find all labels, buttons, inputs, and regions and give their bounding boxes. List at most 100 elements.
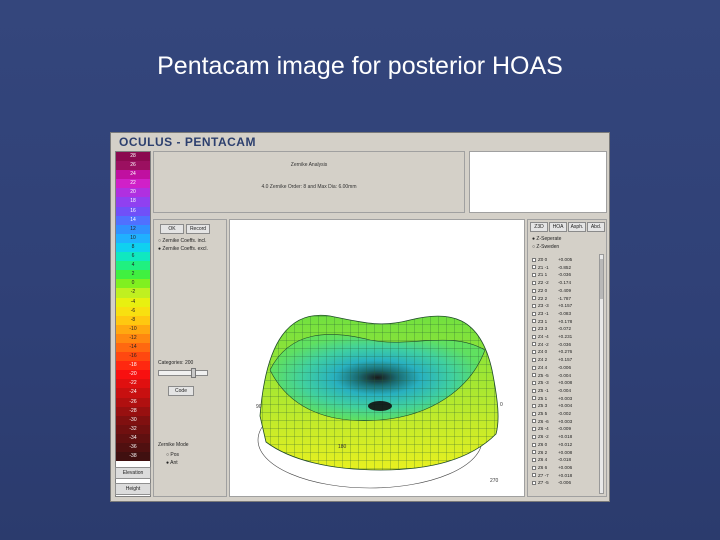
coefficient-row[interactable]: Z6 6 +0.006 (532, 464, 598, 472)
coefficient-row[interactable]: Z1 1 -0.036 (532, 271, 598, 279)
scale-swatch: -34 (116, 433, 150, 443)
code-button[interactable]: Code (168, 386, 194, 396)
coefficient-row[interactable]: Z5 -1 -0.004 (532, 387, 598, 395)
coefficient-checkbox[interactable] (532, 311, 536, 316)
tab-asph[interactable]: Asph. (568, 222, 586, 232)
coefficient-checkbox[interactable] (532, 457, 536, 462)
coefficient-checkbox[interactable] (532, 357, 536, 362)
coefficient-row[interactable]: Z5 1 +0.003 (532, 395, 598, 403)
coefficient-row[interactable]: Z3 3 -0.072 (532, 325, 598, 333)
scale-swatch: -4 (116, 297, 150, 307)
coefficient-row[interactable]: Z3 1 +0.178 (532, 318, 598, 326)
coefficient-checkbox[interactable] (532, 365, 536, 370)
coefficient-row[interactable]: Z5 3 +0.004 (532, 402, 598, 410)
coefficient-row[interactable]: Z6 2 +0.008 (532, 449, 598, 457)
mode-seperate[interactable]: ● Z-Seperate (532, 236, 561, 242)
coefficient-checkbox[interactable] (532, 450, 536, 455)
coefficient-row[interactable]: Z6 -2 +0.018 (532, 433, 598, 441)
radio-ant[interactable]: ● Ant (166, 460, 178, 466)
coefficient-value: +0.004 (558, 403, 573, 409)
radio-pos[interactable]: ○ Pos (166, 452, 179, 458)
coefficient-row[interactable]: Z5 -5 -0.004 (532, 372, 598, 380)
categories-slider[interactable] (158, 368, 208, 378)
coefficient-checkbox[interactable] (532, 303, 536, 308)
coefficient-row[interactable]: Z5 5 -0.002 (532, 410, 598, 418)
coefficient-checkbox[interactable] (532, 257, 536, 262)
tick-180: 180 (338, 444, 347, 450)
coefficient-label: Z5 -5 (538, 372, 549, 378)
coefficient-checkbox[interactable] (532, 434, 536, 439)
coefficient-row[interactable]: Z2 0 -0.409 (532, 287, 598, 295)
coefficient-label: Z6 2 (538, 449, 548, 455)
option-incl[interactable]: ○ Zernike Coeffs. incl. (158, 238, 207, 244)
coefficient-row[interactable]: Z3 -1 -0.083 (532, 310, 598, 318)
mode-sweden[interactable]: ○ Z-Sweden (532, 244, 559, 250)
coefficient-label: Z1 1 (538, 272, 548, 278)
scale-swatch: -16 (116, 352, 150, 362)
scale-swatch: 26 (116, 161, 150, 171)
3d-surface-view[interactable]: 90 0 180 270 (229, 219, 525, 497)
coefficient-label: Z3 -3 (538, 303, 549, 309)
scale-swatch: -26 (116, 397, 150, 407)
coefficient-checkbox[interactable] (532, 334, 536, 339)
scale-swatch: -28 (116, 406, 150, 416)
coefficient-checkbox[interactable] (532, 404, 536, 409)
slider-knob[interactable] (191, 368, 196, 378)
ok-tab[interactable]: OK (160, 224, 184, 234)
coefficient-row[interactable]: Z5 -3 +0.008 (532, 379, 598, 387)
coefficient-row[interactable]: Z6 4 -0.018 (532, 456, 598, 464)
coefficient-checkbox[interactable] (532, 442, 536, 447)
coefficient-row[interactable]: Z1 -1 -0.852 (532, 264, 598, 272)
tab-z3d[interactable]: Z3D (530, 222, 548, 232)
coefficient-row[interactable]: Z2 2 -1.787 (532, 295, 598, 303)
coefficient-row[interactable]: Z0 0 +0.005 (532, 256, 598, 264)
tab-abd[interactable]: Abd. (587, 222, 605, 232)
coefficient-row[interactable]: Z4 -4 +0.231 (532, 333, 598, 341)
coefficient-value: -0.004 (558, 372, 572, 378)
scale-swatch: -8 (116, 315, 150, 325)
coefficient-checkbox[interactable] (532, 342, 536, 347)
coefficient-value: +0.003 (558, 395, 573, 401)
coefficient-checkbox[interactable] (532, 296, 536, 301)
coefficient-scrollbar[interactable] (599, 254, 604, 494)
coefficient-value: -0.004 (558, 387, 572, 393)
option-excl[interactable]: ● Zernike Coeffs. excl. (158, 246, 208, 252)
scrollbar-thumb[interactable] (600, 259, 603, 299)
coefficient-row[interactable]: Z6 -4 -0.009 (532, 425, 598, 433)
coefficient-row[interactable]: Z2 -2 -0.174 (532, 279, 598, 287)
coefficient-row[interactable]: Z4 0 +0.276 (532, 348, 598, 356)
coefficient-row[interactable]: Z6 0 +0.012 (532, 441, 598, 449)
zernike-mode-title: Zernike Mode (158, 442, 189, 448)
radio-ant-label: Ant (170, 460, 178, 466)
coefficient-checkbox[interactable] (532, 481, 536, 486)
coefficient-row[interactable]: Z6 -6 +0.003 (532, 418, 598, 426)
coefficient-checkbox[interactable] (532, 350, 536, 355)
height-button[interactable]: Height (115, 483, 151, 495)
coefficient-checkbox[interactable] (532, 465, 536, 470)
coefficient-checkbox[interactable] (532, 319, 536, 324)
coefficient-row[interactable]: Z7 -5 -0.006 (532, 479, 598, 487)
coefficient-checkbox[interactable] (532, 473, 536, 478)
coefficient-checkbox[interactable] (532, 288, 536, 293)
coefficient-checkbox[interactable] (532, 373, 536, 378)
tab-hoa[interactable]: HOA (549, 222, 567, 232)
coefficient-checkbox[interactable] (532, 388, 536, 393)
coefficient-checkbox[interactable] (532, 380, 536, 385)
coefficient-checkbox[interactable] (532, 427, 536, 432)
coefficient-value: -0.409 (558, 287, 572, 293)
coefficient-checkbox[interactable] (532, 419, 536, 424)
coefficient-row[interactable]: Z7 -7 +0.018 (532, 472, 598, 480)
record-tab[interactable]: Record (186, 224, 210, 234)
coefficient-checkbox[interactable] (532, 265, 536, 270)
elevation-button[interactable]: Elevation (115, 467, 151, 479)
coefficient-checkbox[interactable] (532, 273, 536, 278)
coefficient-row[interactable]: Z4 2 +0.157 (532, 356, 598, 364)
coefficient-checkbox[interactable] (532, 411, 536, 416)
coefficient-checkbox[interactable] (532, 327, 536, 332)
coefficient-checkbox[interactable] (532, 280, 536, 285)
coefficient-row[interactable]: Z4 -2 -0.036 (532, 341, 598, 349)
coefficient-row[interactable]: Z4 4 -0.006 (532, 364, 598, 372)
coefficient-checkbox[interactable] (532, 396, 536, 401)
coefficient-row[interactable]: Z3 -3 +0.157 (532, 302, 598, 310)
coefficient-value: +0.008 (558, 449, 573, 455)
